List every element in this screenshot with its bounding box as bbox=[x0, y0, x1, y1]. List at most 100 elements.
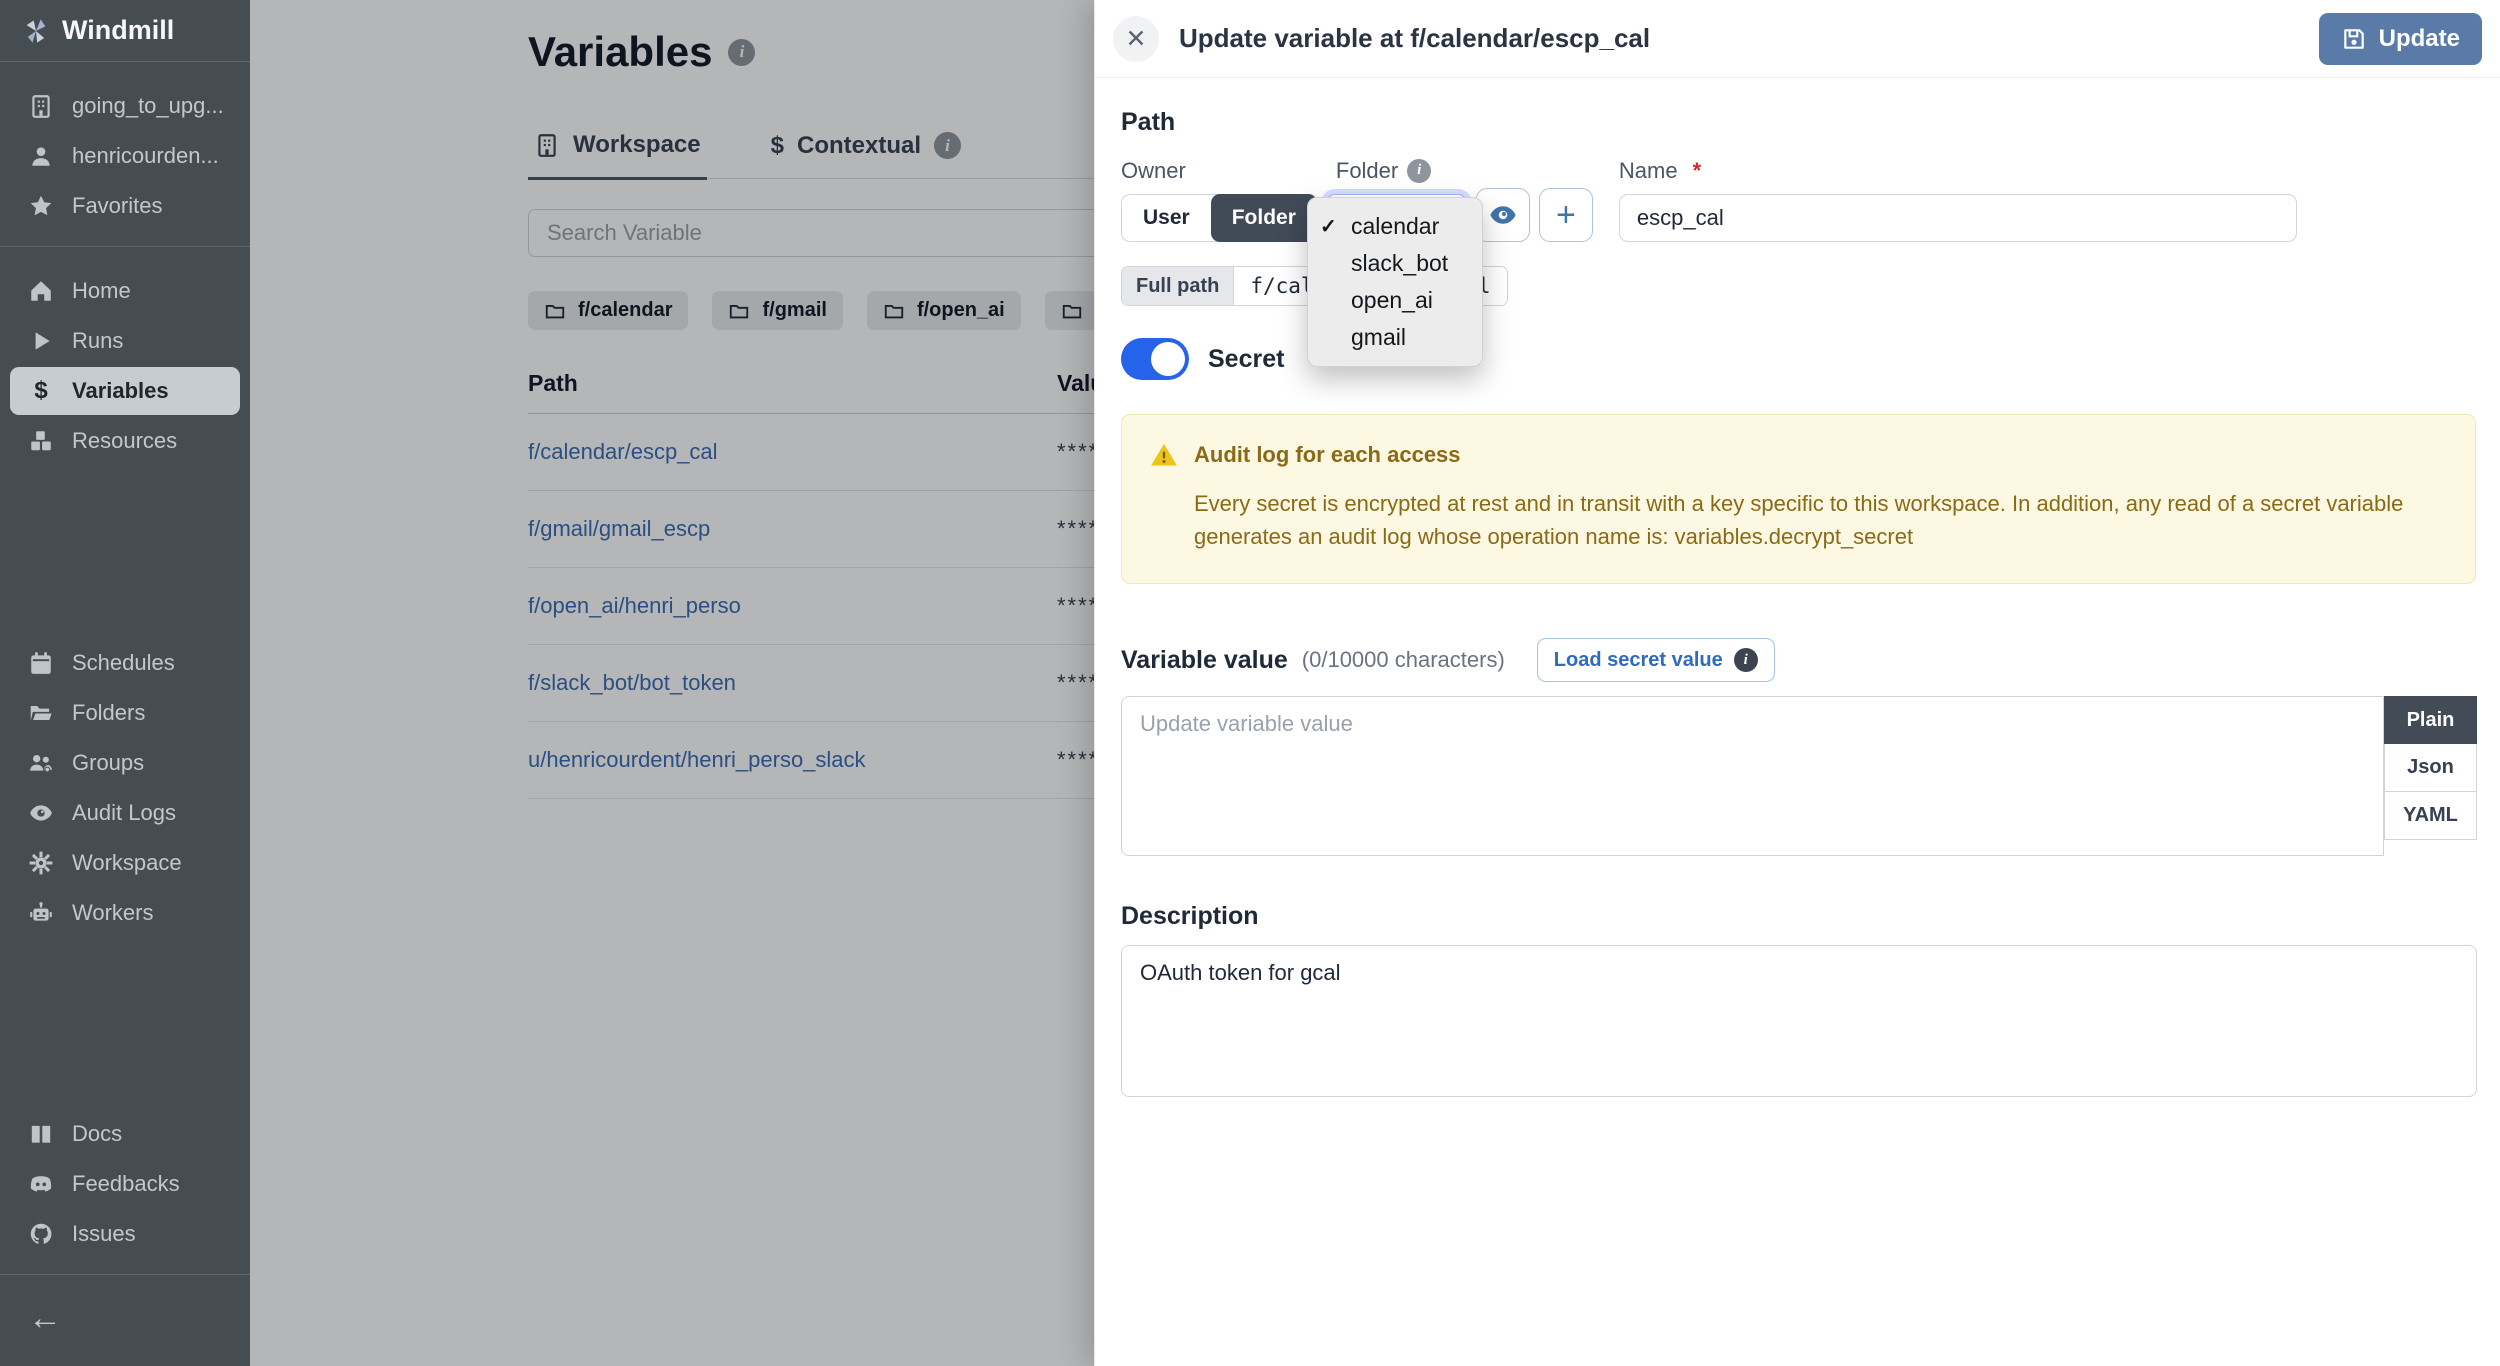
sidebar: Windmill going_to_upg... henricourden...… bbox=[0, 0, 250, 1366]
sidebar-item-home[interactable]: Home bbox=[10, 267, 240, 315]
folder-dropdown-menu: ✓ calendar slack_bot open_ai gmail bbox=[1307, 197, 1483, 367]
folder-label: Folder bbox=[1336, 158, 1398, 184]
sidebar-item-favorites[interactable]: Favorites bbox=[10, 182, 240, 230]
dropdown-option-gmail[interactable]: gmail bbox=[1308, 319, 1482, 356]
brand-name: Windmill bbox=[62, 15, 174, 46]
sidebar-item-label: Schedules bbox=[72, 650, 175, 676]
building-icon bbox=[28, 93, 54, 119]
dropdown-option-open-ai[interactable]: open_ai bbox=[1308, 282, 1482, 319]
sidebar-item-groups[interactable]: Groups bbox=[10, 739, 240, 787]
path-editor-row: Owner User Folder Folder i + bbox=[1121, 157, 2476, 242]
owner-folder-option[interactable]: Folder bbox=[1211, 194, 1317, 242]
drawer-backdrop[interactable] bbox=[250, 0, 1094, 1366]
calendar-icon bbox=[28, 650, 54, 676]
dropdown-option-label: gmail bbox=[1351, 324, 1406, 351]
name-column: Name * bbox=[1619, 157, 2297, 242]
dropdown-option-slack-bot[interactable]: slack_bot bbox=[1308, 245, 1482, 282]
plus-icon: + bbox=[1556, 196, 1576, 235]
play-icon bbox=[28, 328, 54, 354]
sidebar-item-workspace-settings[interactable]: Workspace bbox=[10, 839, 240, 887]
close-icon: ✕ bbox=[1126, 24, 1147, 54]
character-counter: (0/10000 characters) bbox=[1302, 647, 1505, 673]
sidebar-item-label: Feedbacks bbox=[72, 1171, 180, 1197]
sidebar-item-label: Issues bbox=[72, 1221, 136, 1247]
sidebar-item-resources[interactable]: Resources bbox=[10, 417, 240, 465]
user-group-icon bbox=[28, 750, 54, 776]
sidebar-item-label: Runs bbox=[72, 328, 123, 354]
sidebar-item-issues[interactable]: Issues bbox=[10, 1210, 240, 1258]
sidebar-item-label: Variables bbox=[72, 378, 169, 404]
sidebar-spacer bbox=[0, 481, 250, 619]
sidebar-item-label: Folders bbox=[72, 700, 145, 726]
variable-value-section: Variable value (0/10000 characters) Load… bbox=[1121, 638, 2476, 856]
variable-value-header: Variable value (0/10000 characters) Load… bbox=[1121, 638, 2476, 682]
gear-icon bbox=[28, 850, 54, 876]
drawer-body: Path Owner User Folder Folder i + bbox=[1095, 78, 2500, 1097]
dropdown-option-label: calendar bbox=[1351, 213, 1439, 240]
github-icon bbox=[28, 1221, 54, 1247]
sidebar-item-feedbacks[interactable]: Feedbacks bbox=[10, 1160, 240, 1208]
sidebar-spacer bbox=[0, 953, 250, 1091]
owner-user-option[interactable]: User bbox=[1122, 194, 1211, 242]
required-asterisk: * bbox=[1693, 158, 1702, 184]
sidebar-item-workers[interactable]: Workers bbox=[10, 889, 240, 937]
workspace-switcher-label: going_to_upg... bbox=[72, 93, 224, 119]
sidebar-item-workspace-switcher[interactable]: going_to_upg... bbox=[10, 82, 240, 130]
book-icon bbox=[28, 1121, 54, 1147]
variable-value-textarea[interactable] bbox=[1121, 696, 2384, 856]
sidebar-item-audit-logs[interactable]: Audit Logs bbox=[10, 789, 240, 837]
collapse-sidebar-button[interactable]: ← bbox=[10, 1291, 80, 1346]
check-icon: ✓ bbox=[1320, 214, 1351, 239]
sidebar-item-variables[interactable]: $ Variables bbox=[10, 367, 240, 415]
sidebar-top-group: going_to_upg... henricourden... Favorite… bbox=[0, 62, 250, 246]
save-icon bbox=[2341, 26, 2367, 52]
dollar-icon: $ bbox=[28, 378, 54, 404]
name-label-row: Name * bbox=[1619, 157, 2297, 184]
toggle-knob bbox=[1151, 342, 1185, 376]
robot-icon bbox=[28, 900, 54, 926]
sidebar-item-runs[interactable]: Runs bbox=[10, 317, 240, 365]
sidebar-item-label: Workspace bbox=[72, 850, 182, 876]
format-tab-plain[interactable]: Plain bbox=[2384, 696, 2477, 744]
full-path-label: Full path bbox=[1122, 267, 1234, 305]
folder-label-row: Folder i bbox=[1336, 157, 1467, 184]
owner-label: Owner bbox=[1121, 157, 1318, 184]
sidebar-item-docs[interactable]: Docs bbox=[10, 1110, 240, 1158]
path-section-heading: Path bbox=[1121, 108, 2476, 137]
brand[interactable]: Windmill bbox=[0, 0, 250, 62]
drawer-title: Update variable at f/calendar/escp_cal bbox=[1179, 23, 2319, 54]
sidebar-manage-group: Schedules Folders Groups Audit Logs Work… bbox=[0, 619, 250, 953]
sidebar-item-schedules[interactable]: Schedules bbox=[10, 639, 240, 687]
format-tab-json[interactable]: Json bbox=[2384, 744, 2477, 792]
warning-title: Audit log for each access bbox=[1194, 442, 1461, 468]
variable-value-editor: Plain Json YAML bbox=[1121, 696, 2477, 856]
sidebar-item-account[interactable]: henricourden... bbox=[10, 132, 240, 180]
add-folder-button[interactable]: + bbox=[1539, 188, 1593, 242]
description-textarea[interactable]: OAuth token for gcal bbox=[1121, 945, 2477, 1097]
cubes-icon bbox=[28, 428, 54, 454]
sidebar-nav-group: Home Runs $ Variables Resources bbox=[0, 247, 250, 481]
preview-folder-button[interactable] bbox=[1476, 188, 1530, 242]
dropdown-option-label: open_ai bbox=[1351, 287, 1433, 314]
eye-icon bbox=[28, 800, 54, 826]
info-icon[interactable]: i bbox=[1407, 159, 1431, 183]
secret-toggle[interactable] bbox=[1121, 338, 1189, 380]
variable-name-input[interactable] bbox=[1619, 194, 2297, 242]
sidebar-item-label: Audit Logs bbox=[72, 800, 176, 826]
format-tab-yaml[interactable]: YAML bbox=[2384, 792, 2477, 840]
update-button-label: Update bbox=[2379, 25, 2460, 53]
warning-icon bbox=[1150, 441, 1178, 469]
warning-body: Every secret is encrypted at rest and in… bbox=[1194, 487, 2445, 553]
update-button[interactable]: Update bbox=[2319, 13, 2482, 65]
close-drawer-button[interactable]: ✕ bbox=[1113, 16, 1159, 62]
favorites-label: Favorites bbox=[72, 193, 162, 219]
sidebar-item-folders[interactable]: Folders bbox=[10, 689, 240, 737]
folder-open-icon bbox=[28, 700, 54, 726]
dropdown-option-calendar[interactable]: ✓ calendar bbox=[1308, 208, 1482, 245]
update-variable-drawer: ✕ Update variable at f/calendar/escp_cal… bbox=[1094, 0, 2500, 1366]
load-secret-value-button[interactable]: Load secret value i bbox=[1537, 638, 1775, 682]
sidebar-item-label: Resources bbox=[72, 428, 177, 454]
description-heading: Description bbox=[1121, 902, 2476, 931]
sidebar-item-label: Workers bbox=[72, 900, 154, 926]
audit-log-warning: Audit log for each access Every secret i… bbox=[1121, 414, 2476, 584]
